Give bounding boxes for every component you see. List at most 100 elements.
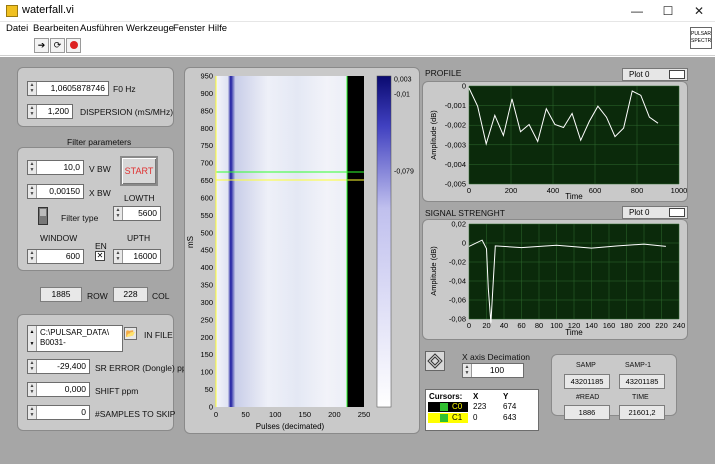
waterfall-graph[interactable]: 9509008508007507006506005505004504003503… <box>184 67 420 434</box>
pr-x-tick: 200 <box>505 186 518 195</box>
menu-fenster[interactable]: Fenster <box>173 23 205 34</box>
spin-icon[interactable]: ▲ ▼ <box>28 161 37 174</box>
signal-title: SIGNAL STRENGHT <box>425 208 505 218</box>
sg-y-tick: -0,02 <box>449 258 466 267</box>
pulsar-spectrum-logo: PULSAR SPECTR <box>690 27 712 49</box>
profile-graph[interactable]: 0 -0,001 -0,002 -0,003 -0,004 -0,005 0 200 400 6… <box>422 81 688 202</box>
spin-icon[interactable]: ▲ ▼ <box>114 250 123 263</box>
sg-y-tick: -0,06 <box>449 296 466 305</box>
abort-icon[interactable] <box>66 38 81 53</box>
window-control[interactable]: ▲ ▼ 600 <box>27 249 84 264</box>
sg-x-tick: 0 <box>467 321 471 330</box>
sr-error-control[interactable]: ▲ ▼ -29,400 <box>27 359 90 374</box>
waterfall-y-tick: 900 <box>200 89 213 98</box>
menu-hilfe[interactable]: Hilfe <box>208 23 227 34</box>
spin-icon[interactable]: ▲ ▼ <box>28 250 37 263</box>
waterfall-y-tick: 0 <box>209 403 213 412</box>
signal-plot-legend[interactable]: Plot 0 <box>622 206 688 219</box>
sg-x-tick: 240 <box>673 321 686 330</box>
f0-label: F0 Hz <box>113 84 136 94</box>
xbw-control[interactable]: ▲ ▼ 0,00150 <box>27 184 84 199</box>
samples-skip-control[interactable]: ▲ ▼ 0 <box>27 405 90 420</box>
waterfall-y-tick: 150 <box>200 350 213 359</box>
cursor-c0-name: C0 <box>452 402 463 411</box>
spin-icon[interactable]: ▲ ▼ <box>28 326 37 351</box>
cursor-c1-name: C1 <box>452 413 463 422</box>
minimize-button[interactable]: — <box>622 0 652 22</box>
waterfall-image <box>216 76 364 407</box>
spin-icon[interactable]: ▲ ▼ <box>114 207 123 220</box>
plot-style-icon <box>669 70 685 79</box>
pr-y-tick: 0 <box>462 82 466 91</box>
dispersion-control[interactable]: ▲ ▼ 1,200 <box>27 104 73 119</box>
waterfall-x-tick: 100 <box>269 410 282 419</box>
spin-icon[interactable]: ▲ ▼ <box>28 185 37 198</box>
col-label: COL <box>152 291 170 301</box>
pr-x-tick: 400 <box>547 186 560 195</box>
waterfall-xlabel: Pulses (decimated) <box>256 422 325 431</box>
browse-folder-icon[interactable]: 📂 <box>124 327 137 340</box>
en-checkbox[interactable]: ✕ <box>95 251 105 261</box>
cursor-c1-x: 0 <box>473 413 478 422</box>
f0-hz-control[interactable]: ▲ ▼ 1,0605878746 <box>27 81 109 96</box>
start-button[interactable]: START <box>120 156 158 186</box>
filter-type-switch[interactable] <box>38 207 48 225</box>
menu-bearbeiten[interactable]: Bearbeiten <box>33 23 79 34</box>
x-decimation-control[interactable]: ▲ ▼ 100 <box>462 363 524 378</box>
cursor-header-label: Cursors: <box>429 392 463 401</box>
waterfall-x-tick: 0 <box>214 410 218 419</box>
signal-graph[interactable]: 0,020-0,02-0,04-0,06-0,08 0 20 40 60 80 100 12… <box>422 219 688 340</box>
sg-y-tick: -0,04 <box>449 277 466 286</box>
menu-ausfuehren[interactable]: Ausführen <box>80 23 123 34</box>
waterfall-y-tick: 300 <box>200 298 213 307</box>
lowth-label: LOWTH <box>124 193 155 203</box>
signal-ylabel: Amplitude (dB) <box>429 246 438 296</box>
cursor-c0-swatch <box>440 403 448 411</box>
in-file-path[interactable]: ▲ ▼ C:\PULSAR_DATA\ B0031- <box>27 325 123 352</box>
profile-y-ticks: 0 -0,001 -0,002 -0,003 -0,004 -0,005 <box>445 82 466 189</box>
profile-ylabel: Amplitude (dB) <box>429 110 438 160</box>
sg-x-tick: 200 <box>638 321 651 330</box>
profile-plot-legend[interactable]: Plot 0 <box>622 68 688 81</box>
x-decimation-label: X axis Decimation <box>462 352 531 362</box>
spin-icon[interactable]: ▲ ▼ <box>463 364 472 377</box>
spin-icon[interactable]: ▲ ▼ <box>28 105 37 118</box>
spin-icon[interactable]: ▲ ▼ <box>28 82 37 95</box>
waterfall-y-tick: 650 <box>200 176 213 185</box>
lowth-control[interactable]: ▲ ▼ 5600 <box>113 206 161 221</box>
sg-x-tick: 60 <box>517 321 525 330</box>
waterfall-y-tick: 450 <box>200 246 213 255</box>
waterfall-y-tick: 50 <box>205 385 213 394</box>
dispersion-label: DISPERSION (mS/MHz) <box>80 107 174 117</box>
waterfall-y-tick: 100 <box>200 368 213 377</box>
spin-icon[interactable]: ▲ ▼ <box>28 383 37 396</box>
sg-x-tick: 180 <box>620 321 633 330</box>
run-arrow-icon[interactable]: ➔ <box>34 38 49 53</box>
shift-control[interactable]: ▲ ▼ 0,000 <box>27 382 90 397</box>
run-continuously-icon[interactable]: ⟳ <box>50 38 65 53</box>
pr-y-tick: -0,002 <box>445 121 466 130</box>
vbw-label: V BW <box>89 164 111 174</box>
menu-werkzeuge[interactable]: Werkzeuge <box>126 23 174 34</box>
waterfall-dark-band <box>347 76 364 407</box>
plot-style-icon <box>669 208 685 217</box>
samples-skip-label: #SAMPLES TO SKIP <box>95 409 176 419</box>
time-indicator: 21601,2 <box>619 405 665 420</box>
cursor-header-x: X <box>473 392 479 401</box>
waterfall-y-tick: 850 <box>200 106 213 115</box>
graph-pan-tool-icon[interactable] <box>425 351 445 371</box>
xbw-label: X BW <box>89 188 111 198</box>
waterfall-y-tick: 600 <box>200 193 213 202</box>
sg-x-tick: 40 <box>500 321 508 330</box>
spin-icon[interactable]: ▲ ▼ <box>28 406 37 419</box>
pr-y-tick: -0,003 <box>445 140 466 149</box>
pr-x-tick: 0 <box>467 186 471 195</box>
maximize-button[interactable]: ☐ <box>653 0 683 22</box>
vbw-control[interactable]: ▲ ▼ 10,0 <box>27 160 84 175</box>
upth-control[interactable]: ▲ ▼ 16000 <box>113 249 161 264</box>
menu-datei[interactable]: Datei <box>6 23 28 34</box>
spin-icon[interactable]: ▲ ▼ <box>28 360 37 373</box>
sg-x-tick: 220 <box>655 321 668 330</box>
close-button[interactable]: ✕ <box>684 0 714 22</box>
cursor-legend[interactable]: Cursors: X Y C0 223 674 C1 0 643 <box>425 389 539 431</box>
